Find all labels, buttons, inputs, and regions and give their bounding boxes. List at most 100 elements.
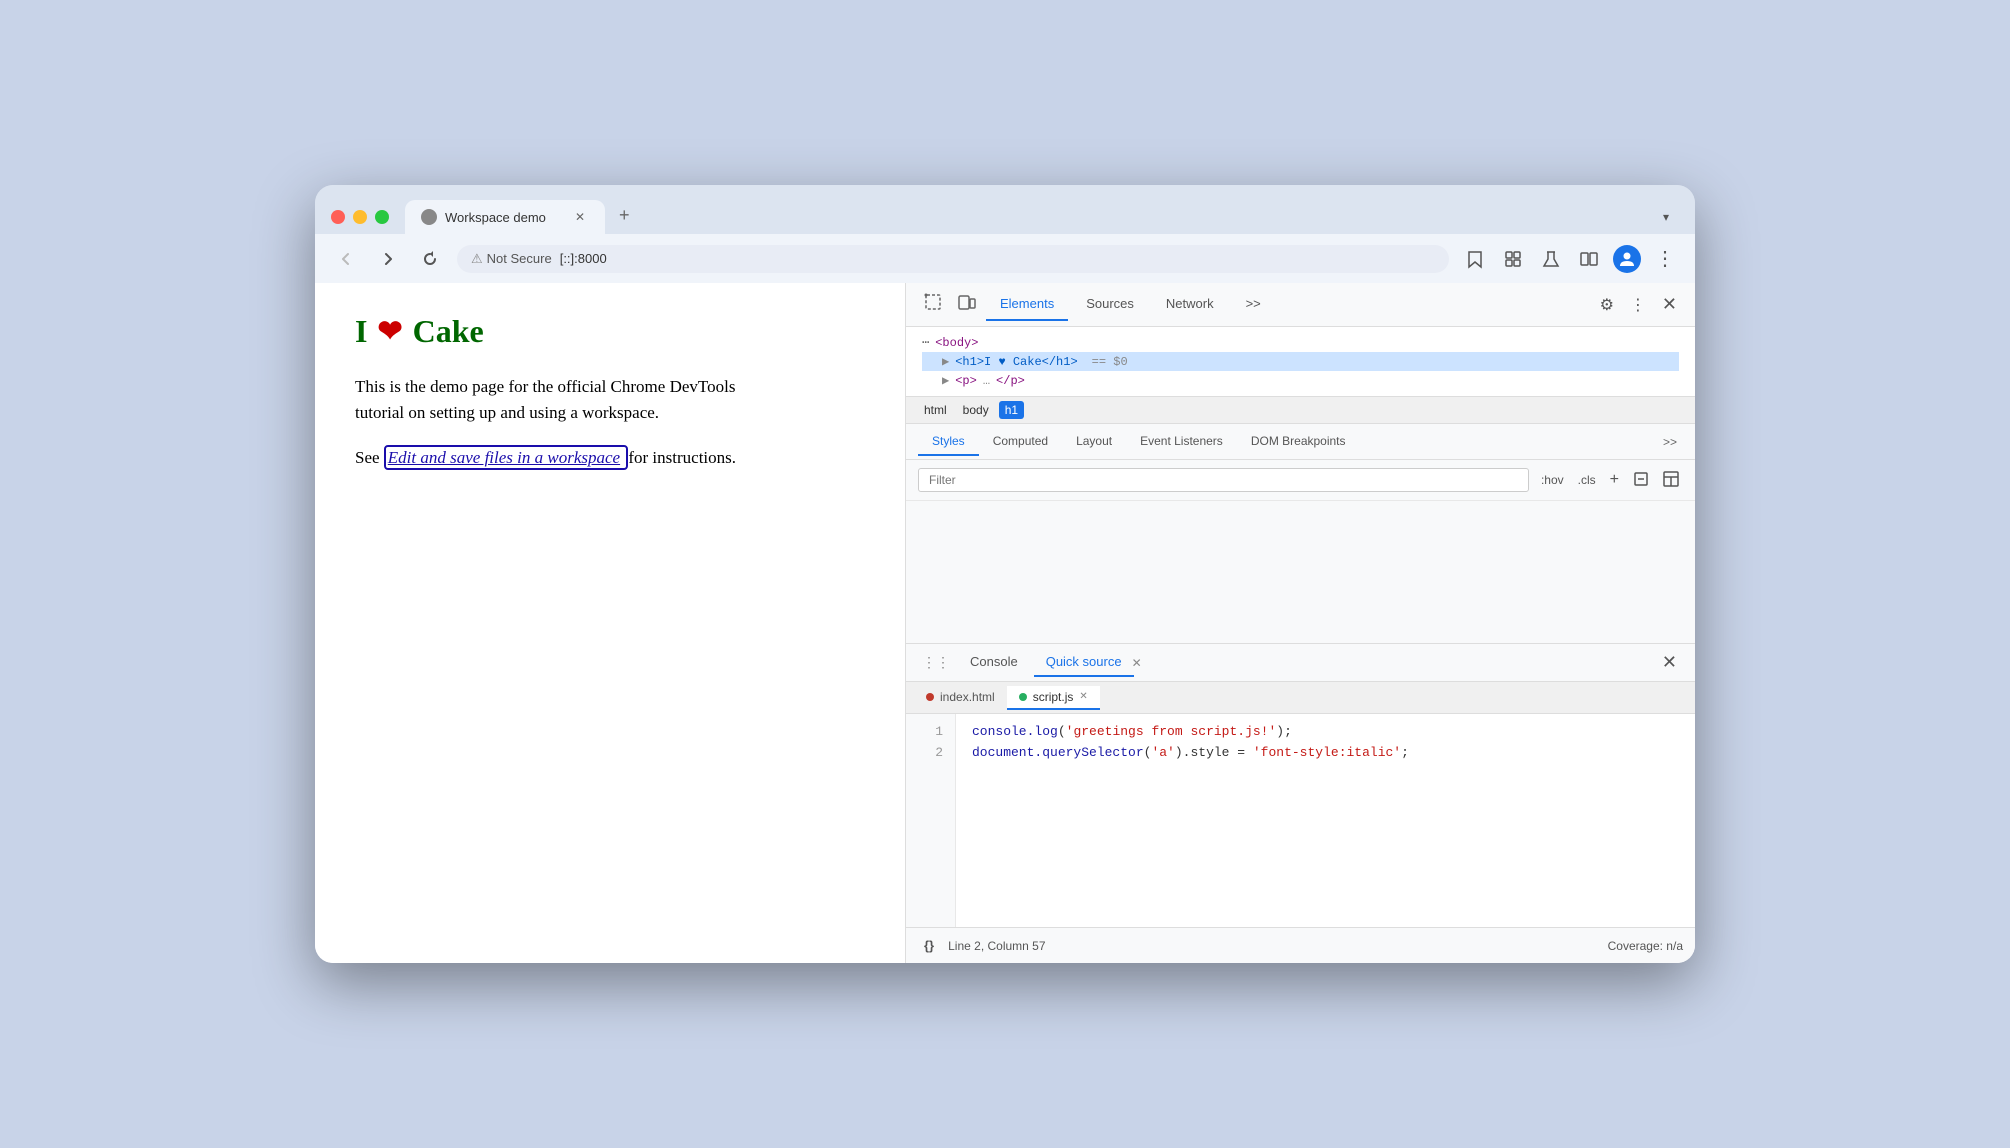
code-punct-2c: ; [1401, 745, 1409, 760]
menu-button[interactable]: ⋮ [1651, 242, 1679, 275]
file-tab-index-html[interactable]: index.html [914, 686, 1007, 710]
device-mode-button[interactable] [952, 287, 982, 322]
link-wrapper: Edit and save files in a workspace [384, 445, 629, 470]
devtools-panel: Elements Sources Network >> ⚙ ⋮ ✕ ⋯ [905, 283, 1695, 963]
styles-tab-events[interactable]: Event Listeners [1126, 428, 1237, 456]
split-button[interactable] [1575, 245, 1603, 273]
heading-i: I [355, 313, 367, 350]
devtools-more-button[interactable]: ⋮ [1624, 289, 1652, 321]
heart-icon: ❤ [377, 314, 402, 349]
tab-sources[interactable]: Sources [1072, 288, 1148, 321]
extensions-button[interactable] [1499, 245, 1527, 273]
active-tab[interactable]: Workspace demo ✕ [405, 200, 605, 234]
tab-favicon-icon [421, 209, 437, 225]
layout-button[interactable] [1659, 469, 1683, 492]
devtools-close-button[interactable]: ✕ [1656, 288, 1683, 321]
lab-button[interactable] [1537, 245, 1565, 273]
code-string-2b: 'font-style:italic' [1253, 745, 1401, 760]
styles-more-button[interactable]: >> [1657, 431, 1683, 453]
code-string-2a: 'a' [1151, 745, 1174, 760]
code-viewer: 1 2 console.log('greetings from script.j… [906, 714, 1695, 927]
dom-body-tag[interactable]: <body> [935, 336, 978, 350]
code-func-2: document.querySelector [972, 745, 1144, 760]
workspace-link[interactable]: Edit and save files in a workspace [388, 448, 620, 467]
browser-content: I ❤ Cake This is the demo page for the o… [315, 283, 1695, 963]
breadcrumb-html[interactable]: html [918, 401, 953, 419]
bookmark-button[interactable] [1461, 245, 1489, 273]
inspect-element-button[interactable] [918, 287, 948, 322]
file-tabs: index.html script.js ✕ [906, 682, 1695, 714]
script-js-label: script.js [1033, 690, 1074, 704]
tab-elements[interactable]: Elements [986, 288, 1068, 321]
profile-button[interactable] [1613, 245, 1641, 273]
window-controls [331, 210, 389, 234]
force-state-button[interactable] [1629, 469, 1653, 492]
line-number-1: 1 [918, 722, 943, 743]
dom-p-close-tag: </p> [996, 374, 1025, 388]
breadcrumb-body[interactable]: body [957, 401, 995, 419]
styles-tabs: Styles Computed Layout Event Listeners D… [906, 424, 1695, 460]
index-html-dot [926, 693, 934, 701]
code-punct-2b: ).style = [1175, 745, 1253, 760]
close-window-button[interactable] [331, 210, 345, 224]
devtools-settings-button[interactable]: ⚙ [1594, 289, 1620, 321]
code-content[interactable]: console.log('greetings from script.js!')… [956, 714, 1695, 927]
dom-h1-line[interactable]: ▶ <h1>I ♥ Cake</h1> == $0 [922, 352, 1679, 371]
devtools-toolbar-right: ⚙ ⋮ ✕ [1594, 288, 1683, 321]
breadcrumb-h1[interactable]: h1 [999, 401, 1024, 419]
elements-dom: ⋯ <body> ▶ <h1>I ♥ Cake</h1> == $0 ▶ <p>… [906, 327, 1695, 397]
dom-selected-marker: == $0 [1092, 355, 1128, 369]
url-bar[interactable]: ⚠ Not Secure [::]:8000 [457, 245, 1449, 273]
file-tab-script-js[interactable]: script.js ✕ [1007, 686, 1100, 710]
dom-ellipsis[interactable]: ⋯ [922, 335, 929, 350]
hov-button[interactable]: :hov [1537, 471, 1568, 489]
tab-bar: Workspace demo ✕ + ▾ [315, 185, 1695, 234]
styles-tab-computed[interactable]: Computed [979, 428, 1062, 456]
dom-body-line: ⋯ <body> [922, 333, 1679, 352]
console-tab[interactable]: Console [958, 648, 1030, 677]
styles-tab-layout[interactable]: Layout [1062, 428, 1126, 456]
line-number-2: 2 [918, 743, 943, 764]
add-style-button[interactable]: + [1606, 469, 1623, 491]
forward-button[interactable] [373, 246, 403, 272]
minimize-window-button[interactable] [353, 210, 367, 224]
script-js-dot [1019, 693, 1027, 701]
see-suffix: for instructions. [628, 448, 736, 467]
quick-source-tab[interactable]: Quick source [1034, 648, 1134, 677]
toolbar-icons: ⋮ [1461, 242, 1679, 275]
filter-actions: :hov .cls + [1537, 469, 1683, 492]
body-text: This is the demo page for the official C… [355, 374, 785, 425]
code-func-1: console.log [972, 724, 1058, 739]
dom-expand-arrow[interactable]: ▶ [942, 354, 949, 369]
maximize-window-button[interactable] [375, 210, 389, 224]
drag-handle-icon: ⋮⋮ [918, 652, 954, 673]
bottom-panel-close-button[interactable]: ✕ [1656, 650, 1683, 675]
status-bar: {} Line 2, Column 57 Coverage: n/a [906, 927, 1695, 963]
bottom-panel: ⋮⋮ Console Quick source ✕ ✕ index.html s… [906, 643, 1695, 963]
styles-panel: Styles Computed Layout Event Listeners D… [906, 424, 1695, 643]
coverage-label: Coverage: n/a [1608, 939, 1683, 953]
security-label: Not Secure [487, 251, 552, 266]
line-numbers: 1 2 [906, 714, 956, 927]
quick-source-close-button[interactable]: ✕ [1132, 656, 1142, 670]
page-heading: I ❤ Cake [355, 313, 865, 350]
see-prefix: See [355, 448, 380, 467]
filter-bar: :hov .cls + [906, 460, 1695, 501]
cls-button[interactable]: .cls [1574, 471, 1600, 489]
security-warning: ⚠ Not Secure [471, 251, 552, 267]
tab-dropdown-button[interactable]: ▾ [1653, 202, 1679, 234]
tab-network[interactable]: Network [1152, 288, 1228, 321]
dom-p-arrow[interactable]: ▶ [942, 373, 949, 388]
new-tab-button[interactable]: + [609, 197, 640, 234]
styles-tab-styles[interactable]: Styles [918, 428, 979, 456]
bottom-panel-tabs: ⋮⋮ Console Quick source ✕ ✕ [906, 644, 1695, 682]
more-tabs-button[interactable]: >> [1232, 288, 1275, 321]
styles-tab-dom-breakpoints[interactable]: DOM Breakpoints [1237, 428, 1360, 456]
reload-button[interactable] [415, 246, 445, 272]
script-js-close-button[interactable]: ✕ [1079, 691, 1087, 702]
filter-input[interactable] [918, 468, 1529, 492]
format-button[interactable]: {} [918, 932, 940, 959]
tab-close-button[interactable]: ✕ [571, 208, 589, 226]
back-button[interactable] [331, 246, 361, 272]
url-text: [::]:8000 [560, 251, 607, 266]
